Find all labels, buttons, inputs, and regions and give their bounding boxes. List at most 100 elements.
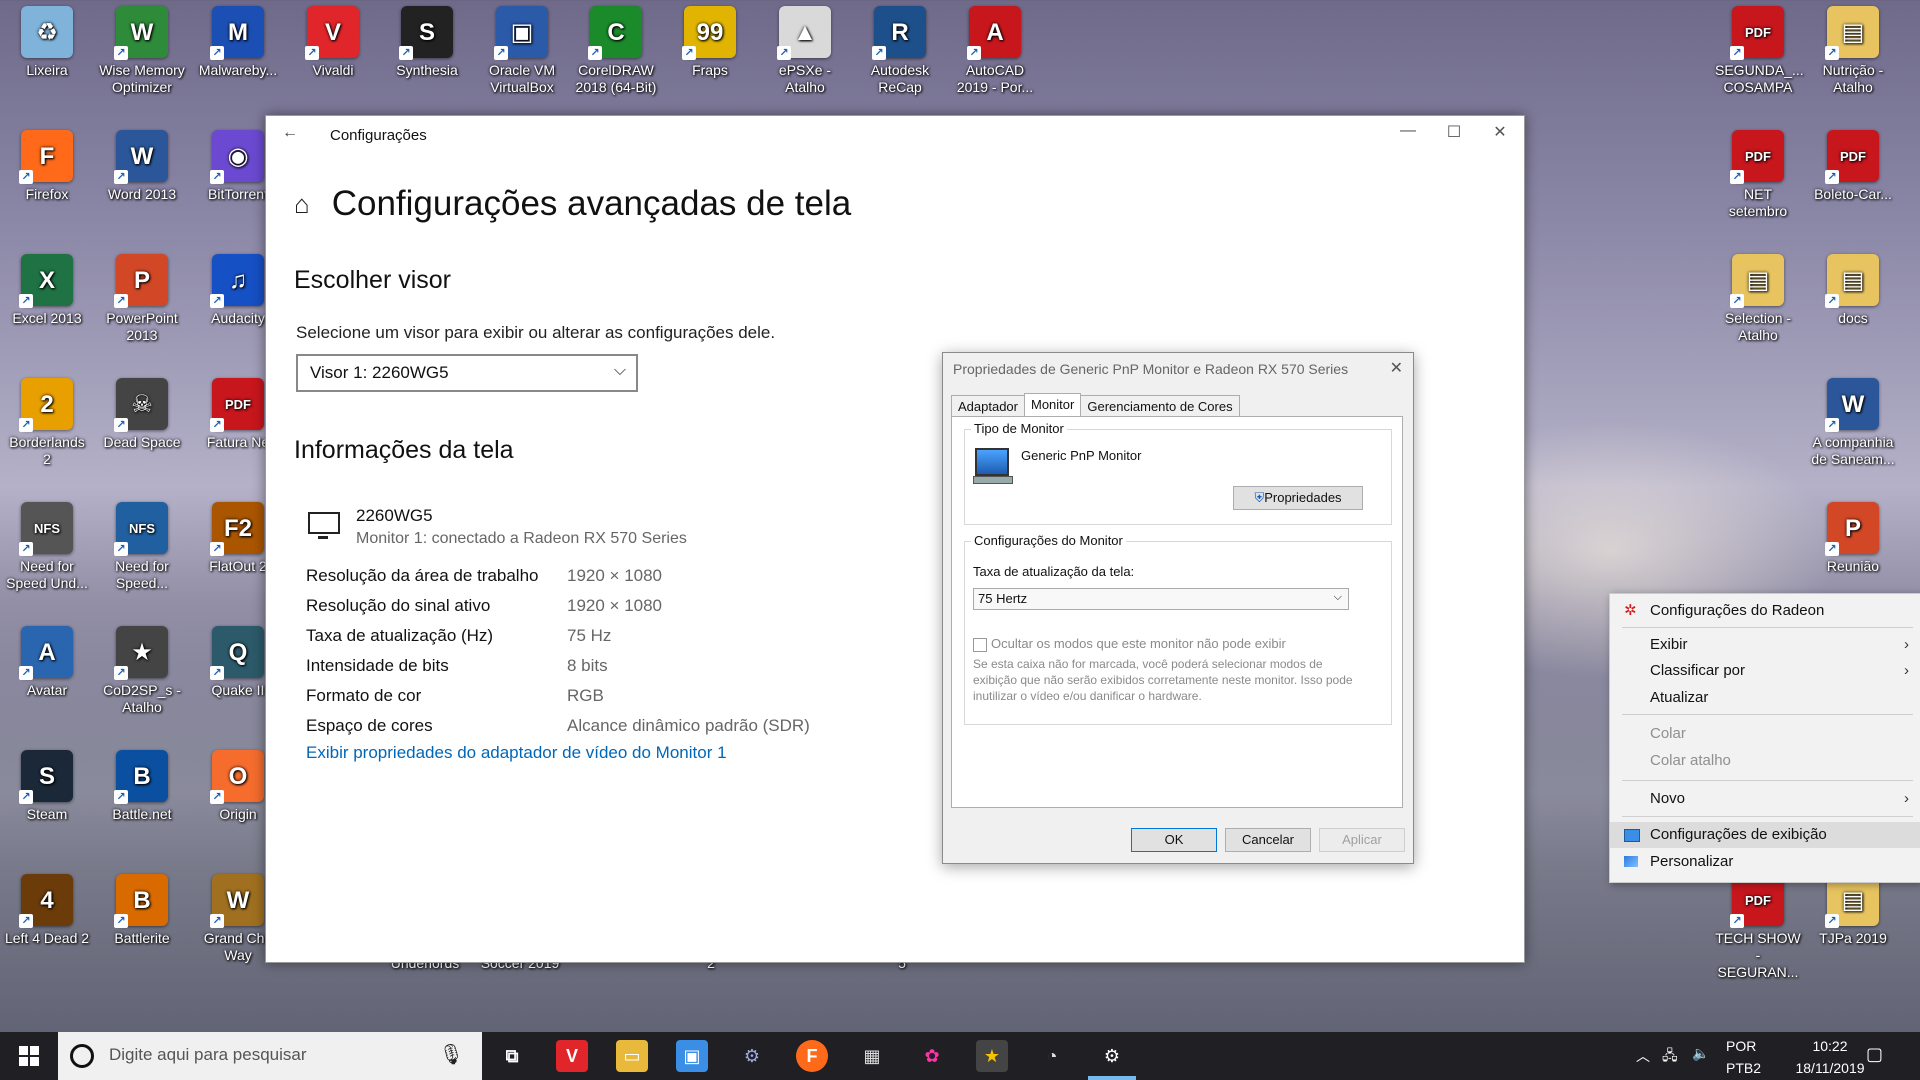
monitor-icon [308,512,340,539]
desktop-icon-powerpoint-2013[interactable]: P ↗ PowerPoint 2013 [97,248,187,344]
shortcut-arrow-icon: ↗ [1825,542,1839,556]
hide-modes-checkbox[interactable] [973,638,987,652]
desktop-icon-reuni-o[interactable]: P ↗ Reunião [1808,496,1898,575]
desktop-icon-wise-memory-optimizer[interactable]: W ↗ Wise Memory Optimizer [97,0,187,96]
menu-item-radeon-settings[interactable]: ✲ Configurações do Radeon [1610,598,1920,624]
desktop-icon-nutri-o-atalho[interactable]: ▤ ↗ Nutrição - Atalho [1808,0,1898,96]
minimize-button[interactable]: — [1388,122,1428,148]
tray-chevron-up-icon[interactable]: ︿ [1636,1046,1650,1066]
calculator-icon[interactable]: ▦ [856,1040,888,1072]
desktop-icon-a-companhia-de-saneam[interactable]: W ↗ A companhia de Saneam... [1808,372,1898,468]
desktop-icon-label: Avatar [26,682,68,698]
desktop-icon-avatar[interactable]: A ↗ Avatar [2,620,92,699]
properties-button[interactable]: ⛨Propriedades [1233,486,1363,510]
monitor-entry: 2260WG5 Monitor 1: conectado a Radeon RX… [308,506,687,548]
file-explorer-icon[interactable]: ▭ [616,1040,648,1072]
cancel-button[interactable]: Cancelar [1225,828,1311,852]
settings-gear-icon[interactable]: ⚙ [736,1040,768,1072]
adapter-properties-link[interactable]: Exibir propriedades do adaptador de víde… [306,743,727,763]
back-arrow-icon[interactable]: ← [282,124,298,142]
desktop-icon-label: Malwareby... [198,62,278,78]
tab-monitor[interactable]: Monitor [1024,393,1082,417]
speedometer-icon[interactable]: ◔ [1036,1040,1068,1072]
desktop-icon-lixeira[interactable]: ♻ Lixeira [2,0,92,79]
desktop-icon-cod2sp-s-atalho[interactable]: ★ ↗ CoD2SP_s - Atalho [97,620,187,716]
desktop-icon-net-setembro[interactable]: PDF ↗ NET setembro [1713,124,1803,220]
desktop-icon-need-for-speed[interactable]: NFS ↗ Need for Speed... [97,496,187,592]
close-button[interactable]: ✕ [1480,122,1520,148]
apply-button[interactable]: Aplicar [1319,828,1405,852]
maximize-button[interactable]: ☐ [1434,122,1474,148]
menu-item-personalizar[interactable]: Personalizar [1610,849,1920,875]
menu-item-display-settings[interactable]: Configurações de exibição [1610,822,1920,848]
menu-item-colar[interactable]: Colar [1610,721,1920,747]
desktop-icon-segunda-cosampa[interactable]: PDF ↗ SEGUNDA_... COSAMPA [1713,0,1804,96]
desktop-icon-epsxe-atalho[interactable]: ▲ ↗ ePSXe - Atalho [760,0,850,96]
start-button[interactable] [0,1032,58,1080]
desktop-icon-word-2013[interactable]: W ↗ Word 2013 [97,124,187,203]
refresh-rate-label: Taxa de atualização da tela: [973,564,1135,579]
desktop-icon-dead-space[interactable]: ☠ ↗ Dead Space [97,372,187,451]
desktop-icon-label: docs [1838,310,1868,326]
desktop-icon-tech-show-seguran[interactable]: PDF ↗ TECH SHOW - SEGURAN... [1713,868,1803,981]
clock[interactable]: 10:22 18/11/2019 [1790,1038,1870,1076]
paint-icon[interactable]: ✿ [916,1040,948,1072]
language-indicator[interactable]: POR PTB2 [1726,1038,1761,1076]
notification-icon[interactable]: ▢ [1866,1044,1883,1065]
dialog-close-icon[interactable]: ✕ [1390,358,1403,378]
app-icon: PDF ↗ [1825,130,1879,184]
app-icon: P ↗ [114,254,168,308]
menu-item-novo[interactable]: Novo › [1610,786,1920,812]
menu-item-colar-atalho[interactable]: Colar atalho [1610,748,1920,774]
desktop-icon-battle-net[interactable]: B ↗ Battle.net [97,744,187,823]
volume-icon[interactable]: 🔈 [1692,1045,1709,1062]
desktop-icon-oracle-vm-virtualbox[interactable]: ▣ ↗ Oracle VM VirtualBox [477,0,567,96]
shortcut-arrow-icon: ↗ [1730,914,1744,928]
chevron-right-icon: › [1904,662,1909,679]
home-icon[interactable]: ⌂ [294,189,310,220]
display-select[interactable]: Visor 1: 2260WG5 ⌵ [296,354,638,392]
refresh-rate-select[interactable]: 75 Hertz ⌵ [973,588,1349,610]
desktop-icon-steam[interactable]: S ↗ Steam [2,744,92,823]
app-taskbar-icon[interactable]: ▣ [676,1040,708,1072]
desktop-icon-label: Fraps [692,62,728,78]
app-icon: F2 ↗ [210,502,264,556]
desktop-icon-left-4-dead-2[interactable]: 4 ↗ Left 4 Dead 2 [2,868,92,947]
menu-item-atualizar[interactable]: Atualizar [1610,685,1920,711]
monitor-name: 2260WG5 [356,506,433,525]
ok-button[interactable]: OK [1131,828,1217,852]
desktop-icon-battlerite[interactable]: B ↗ Battlerite [97,868,187,947]
desktop-icon-need-for-speed-und[interactable]: NFS ↗ Need for Speed Und... [2,496,92,592]
info-row: Intensidade de bits 8 bits [306,656,608,675]
desktop-icon-boleto-car[interactable]: PDF ↗ Boleto-Car... [1808,124,1898,203]
vivaldi-taskbar-icon[interactable]: V [556,1040,588,1072]
window-title: Configurações [330,127,427,144]
desktop-icon-fraps[interactable]: 99 ↗ Fraps [665,0,755,79]
menu-item-exibir[interactable]: Exibir › [1610,632,1920,658]
desktop-icon-excel-2013[interactable]: X ↗ Excel 2013 [2,248,92,327]
desktop-icon-firefox[interactable]: F ↗ Firefox [2,124,92,203]
desktop-icon-borderlands-2[interactable]: 2 ↗ Borderlands 2 [2,372,92,468]
star-app-icon[interactable]: ★ [976,1040,1008,1072]
desktop-icon-selection-atalho[interactable]: ▤ ↗ Selection - Atalho [1713,248,1803,344]
taskbar-search[interactable]: Digite aqui para pesquisar 🎙 [58,1032,482,1080]
task-view-icon[interactable]: ⧉ [496,1040,528,1072]
desktop-icon-malwareby[interactable]: M ↗ Malwareby... [193,0,283,79]
desktop-icon-synthesia[interactable]: S ↗ Synthesia [382,0,472,79]
desktop-icon-label: Need for Speed Und... [6,558,88,591]
dialog-title: Propriedades de Generic PnP Monitor e Ra… [953,361,1349,377]
desktop-icon-vivaldi[interactable]: V ↗ Vivaldi [288,0,378,79]
desktop-icon-label: ePSXe - Atalho [778,62,832,95]
microphone-icon[interactable]: 🎙 [439,1042,464,1067]
desktop-icon-autocad-2019-por[interactable]: A ↗ AutoCAD 2019 - Por... [950,0,1040,96]
menu-item-classificar-por[interactable]: Classificar por › [1610,658,1920,684]
firefox-taskbar-icon[interactable]: F [796,1040,828,1072]
network-icon[interactable]: 🖧 [1662,1045,1678,1069]
settings-taskbar-gear-icon[interactable]: ⚙ [1096,1040,1128,1072]
desktop-icon-docs[interactable]: ▤ ↗ docs [1808,248,1898,327]
shortcut-arrow-icon: ↗ [114,46,128,60]
choose-display-description: Selecione um visor para exibir ou altera… [296,323,776,342]
desktop-icon-coreldraw-2018-64-bit[interactable]: C ↗ CorelDRAW 2018 (64-Bit) [571,0,661,96]
desktop-icon-autodesk-recap[interactable]: R ↗ Autodesk ReCap [855,0,945,96]
info-row: Taxa de atualização (Hz) 75 Hz [306,626,612,645]
